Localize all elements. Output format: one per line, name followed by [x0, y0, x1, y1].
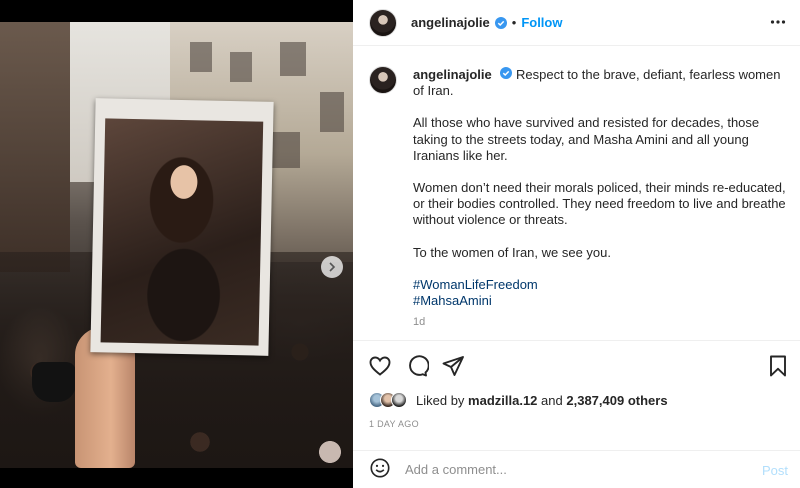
caption-text: angelinajolie Respect to the brave, defi…	[413, 67, 788, 309]
bookmark-icon[interactable]	[767, 354, 789, 381]
comment-bar: Post	[353, 450, 800, 488]
caption-section: angelinajolie Respect to the brave, defi…	[353, 46, 800, 340]
image-building-left	[0, 22, 70, 272]
more-options-icon[interactable]	[770, 14, 786, 33]
carousel-next-button[interactable]	[321, 256, 343, 278]
caption-age: 1d	[413, 316, 426, 328]
caption-username[interactable]: angelinajolie	[413, 67, 492, 82]
verified-badge-icon	[494, 16, 507, 29]
comment-icon[interactable]	[405, 354, 430, 381]
liker-avatars[interactable]	[369, 392, 407, 408]
likes-prefix: Liked by	[416, 392, 465, 408]
post-frame: angelinajolie • Follow angelinajolie Res…	[0, 0, 800, 488]
post-timestamp[interactable]: 1 DAY AGO	[369, 419, 419, 429]
image-held-portrait	[90, 98, 274, 356]
action-bar	[353, 340, 800, 392]
likes-joiner: and	[541, 392, 563, 408]
heart-icon[interactable]	[368, 354, 392, 381]
hashtag-list: #WomanLifeFreedom #MahsaAmini	[413, 277, 788, 309]
post-comment-button[interactable]: Post	[762, 463, 788, 478]
comment-input[interactable]	[405, 462, 735, 477]
likes-count[interactable]: 2,387,409 others	[566, 393, 667, 408]
caption-avatar[interactable]	[369, 66, 397, 94]
chevron-right-icon	[327, 260, 337, 275]
header-separator: •	[511, 15, 517, 30]
author-username[interactable]: angelinajolie	[411, 15, 490, 30]
caption-paragraph: To the women of Iran, we see you.	[413, 244, 611, 260]
send-icon[interactable]	[441, 354, 465, 381]
hashtag-link[interactable]: #WomanLifeFreedom	[413, 277, 788, 293]
hashtag-link[interactable]: #MahsaAmini	[413, 293, 788, 309]
post-sidebar: angelinajolie • Follow angelinajolie Res…	[353, 0, 800, 488]
author-avatar[interactable]	[369, 8, 397, 37]
image-portrait-painting	[100, 118, 264, 346]
post-image[interactable]	[0, 22, 353, 468]
liker-username[interactable]: madzilla.12	[468, 393, 537, 408]
image-protester-mask	[32, 362, 76, 402]
post-header: angelinajolie • Follow	[353, 0, 800, 46]
likes-summary: Liked by madzilla.12 and 2,387,409 other…	[369, 392, 668, 408]
caption-paragraph: Women don’t need their morals policed, t…	[413, 180, 786, 228]
verified-badge-icon	[500, 67, 513, 79]
follow-button[interactable]: Follow	[521, 15, 562, 30]
avatar	[391, 392, 407, 408]
caption-paragraph: All those who have survived and resisted…	[413, 115, 760, 163]
emoji-icon[interactable]	[369, 457, 391, 482]
